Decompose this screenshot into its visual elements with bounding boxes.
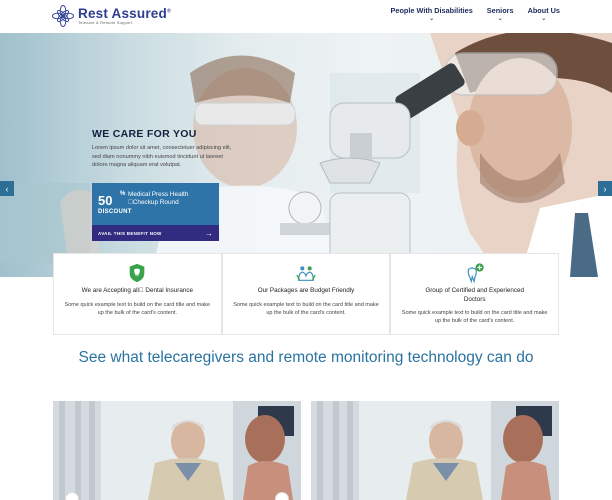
caregiver-photo	[311, 401, 559, 500]
registered-mark: ®	[166, 8, 171, 15]
feature-card: Our Packages are Budget Friendly Some qu…	[221, 253, 391, 335]
flower-logo-icon	[52, 5, 74, 27]
promo-number: 50	[98, 193, 113, 208]
hero-title: WE CARE FOR YOU	[92, 128, 197, 140]
hero-body: Lorem ipsum dolor sit amet, consectetuer…	[92, 145, 232, 169]
chevron-down-icon: ⌄	[541, 16, 547, 22]
card-body: Some quick example text to build on the …	[401, 310, 548, 325]
nav-item-about-us[interactable]: About Us ⌄	[528, 6, 560, 22]
feature-card: Group of Certified and Experienced Docto…	[390, 253, 560, 335]
chevron-left-icon: ‹	[5, 183, 9, 194]
next-slide-button[interactable]: ›	[598, 181, 612, 196]
avail-benefit-label: AVAIL THIS BENEFIT NOW	[98, 230, 162, 236]
telecare-photo[interactable]	[311, 401, 559, 500]
feature-card: We are Accepting all  Dental Insurance S…	[53, 253, 222, 335]
prev-slide-button[interactable]: ‹	[0, 181, 14, 196]
page: Rest Assured® Telecare & Remote Support …	[0, 0, 612, 500]
promo-box: 50 % Medical Press Health  Checkup Round…	[92, 183, 219, 241]
card-body: Some quick example text to build on the …	[233, 301, 379, 316]
chevron-down-icon: ⌄	[497, 16, 503, 22]
chevron-right-icon: ›	[603, 183, 607, 194]
caregiver-photo	[53, 401, 301, 500]
nav-label: Seniors	[486, 6, 514, 15]
nav-item-people-with-disabilities[interactable]: People With Disabilities ⌄	[391, 6, 473, 22]
shield-tooth-icon	[129, 263, 145, 283]
telecare-photo[interactable]	[53, 401, 301, 500]
promo-discount-label: DISCOUNT	[98, 209, 132, 215]
hands-people-icon	[296, 266, 316, 281]
section-title: See what telecaregivers and remote monit…	[78, 349, 534, 366]
avail-benefit-link[interactable]: AVAIL THIS BENEFIT NOW →	[92, 225, 219, 241]
nav-label: People With Disabilities	[390, 6, 473, 15]
card-title: We are Accepting all  Dental Insurance	[81, 287, 194, 294]
brand-logo[interactable]: Rest Assured® Telecare & Remote Support	[52, 5, 171, 27]
promo-percent: %	[120, 191, 126, 197]
arrow-right-icon: →	[205, 228, 213, 238]
chevron-down-icon: ⌄	[429, 16, 435, 22]
brand-name: Rest Assured	[78, 5, 167, 21]
tooth-plus-icon	[467, 263, 484, 284]
site-header: Rest Assured® Telecare & Remote Support …	[0, 0, 612, 33]
feature-cards: We are Accepting all  Dental Insurance S…	[53, 253, 560, 335]
carousel-next-button[interactable]	[275, 492, 289, 500]
brand-tagline: Telecare & Remote Support	[78, 20, 133, 26]
main-nav: People With Disabilities ⌄ Seniors ⌄ Abo…	[391, 6, 560, 22]
carousel-prev-button[interactable]	[65, 492, 79, 500]
hero-caption: WE CARE FOR YOU Lorem ipsum dolor sit am…	[92, 128, 232, 170]
nav-item-seniors[interactable]: Seniors ⌄	[487, 6, 514, 22]
card-body: Some quick example text to build on the …	[64, 301, 211, 316]
card-title: Group of Certified and Experienced Docto…	[425, 287, 525, 303]
nav-label: About Us	[527, 6, 560, 15]
promo-description: Medical Press Health  Checkup Round	[128, 191, 189, 206]
card-title: Our Packages are Budget Friendly	[257, 287, 355, 294]
